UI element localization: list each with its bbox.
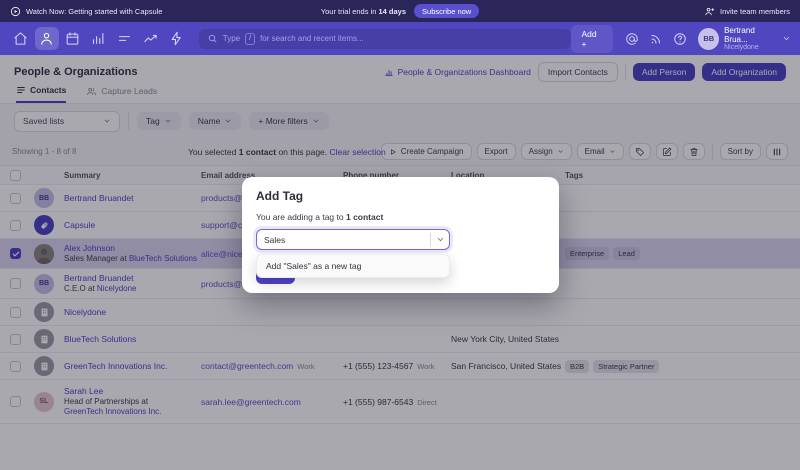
modal-title: Add Tag [256, 189, 304, 203]
chevron-down-icon [782, 34, 791, 43]
tag-suggestion-dropdown: Add "Sales" as a new tag [256, 254, 450, 278]
add-button[interactable]: Add + [571, 24, 613, 53]
add-tag-modal: Add Tag You are adding a tag to 1 contac… [242, 177, 559, 293]
broadcast-icon[interactable] [646, 28, 667, 50]
main-navbar: Type / for search and recent items... Ad… [0, 22, 800, 55]
tag-combobox [256, 229, 450, 250]
calendar-icon[interactable] [61, 27, 85, 50]
tag-input[interactable] [257, 230, 430, 249]
play-icon [10, 6, 21, 17]
people-icon[interactable] [34, 27, 59, 50]
announcement-bar: Watch Now: Getting started with Capsule … [0, 0, 800, 22]
modal-body-text: You are adding a tag to 1 contact [256, 212, 384, 222]
home-icon[interactable] [9, 27, 33, 50]
user-name: Bertrand Brua... [724, 25, 755, 44]
user-org: Nicelydone [724, 43, 759, 51]
subscribe-now-button[interactable]: Subscribe now [414, 4, 480, 18]
search-icon [207, 33, 218, 44]
at-icon[interactable] [622, 28, 643, 50]
watch-now-link[interactable]: Watch Now: Getting started with Capsule [26, 7, 162, 16]
invite-team-members-button[interactable]: Invite team members [479, 6, 790, 17]
bolt-icon[interactable] [165, 27, 189, 50]
help-icon[interactable] [670, 28, 691, 50]
trial-text: Your trial ends in 14 days [320, 6, 407, 16]
user-menu[interactable]: BB Bertrand Brua... Nicelydone [698, 26, 791, 52]
person-plus-icon [704, 6, 715, 17]
add-new-tag-option[interactable]: Add "Sales" as a new tag [259, 257, 447, 275]
chevron-down-icon[interactable] [431, 230, 449, 249]
chart-icon[interactable] [87, 27, 111, 50]
search-input[interactable]: Type / for search and recent items... [198, 28, 572, 49]
trend-icon[interactable] [139, 27, 163, 50]
avatar: BB [698, 27, 720, 50]
list-icon[interactable] [113, 27, 137, 50]
slash-key-hint: / [245, 32, 256, 45]
capsule-app: Watch Now: Getting started with Capsule … [0, 0, 800, 470]
